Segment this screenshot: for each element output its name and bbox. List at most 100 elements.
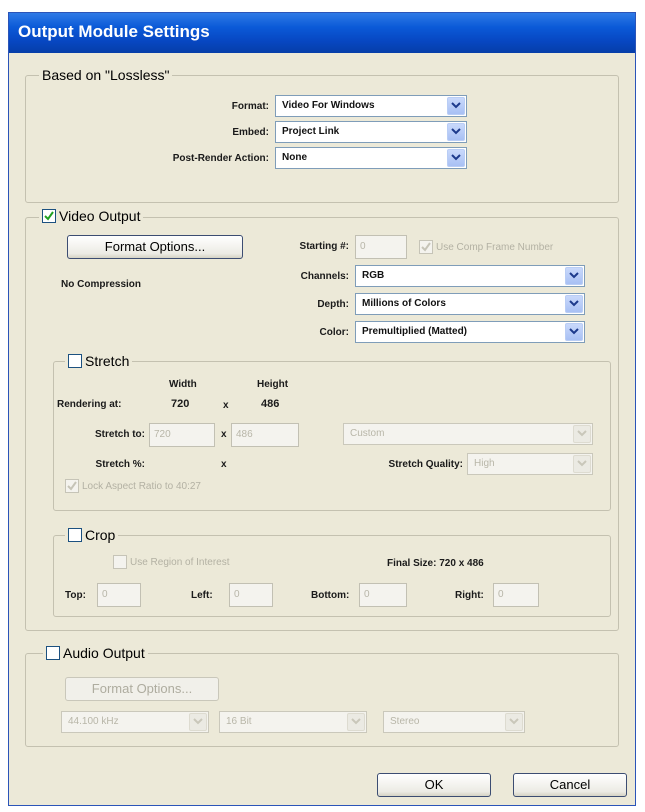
use-roi-label: Use Region of Interest [130,556,230,568]
dialog-title: Output Module Settings [18,22,210,41]
channels-label: Channels: [300,271,349,282]
audio-channels-select[interactable]: Stereo [383,711,525,733]
starting-number-input[interactable]: 0 [355,235,407,259]
chevron-down-icon[interactable] [447,123,465,141]
chevron-down-icon[interactable] [573,455,591,473]
crop-top-label: Top: [65,590,86,601]
post-render-label: Post-Render Action: [172,153,269,164]
post-render-select[interactable]: None [275,147,467,169]
audio-output-checkbox[interactable] [46,646,60,660]
crop-right-label: Right: [455,590,484,601]
use-roi-checkbox[interactable] [113,555,127,569]
format-label: Format: [231,101,269,112]
depth-value: Millions of Colors [362,298,446,309]
use-comp-frame-label: Use Comp Frame Number [436,241,554,253]
crop-checkbox[interactable] [68,528,82,542]
compression-text: No Compression [61,279,142,290]
lock-aspect-label: Lock Aspect Ratio to 40:27 [82,480,201,492]
final-size-text: Final Size: 720 x 486 [387,558,484,569]
stretch-width-value: 720 [154,429,171,440]
crop-bottom-value: 0 [364,589,370,600]
stretch-preset-select[interactable]: Custom [343,423,593,445]
output-module-settings-dialog: Output Module Settings Based on "Lossles… [8,12,636,806]
post-render-value: None [282,152,307,163]
video-output-checkbox[interactable] [42,209,56,223]
times-sign: x [223,400,229,411]
use-region-of-interest[interactable]: Use Region of Interest [113,555,230,569]
crop-bottom-input[interactable]: 0 [359,583,407,607]
format-select[interactable]: Video For Windows [275,95,467,117]
crop-legend[interactable]: Crop [65,527,119,543]
video-output-label: Video Output [59,208,141,224]
rendering-height-value: 486 [261,398,280,410]
embed-select[interactable]: Project Link [275,121,467,143]
embed-label: Embed: [232,127,269,138]
stretch-height-input[interactable]: 486 [231,423,299,447]
depth-select[interactable]: Millions of Colors [355,293,585,315]
channels-value: RGB [362,270,385,281]
chevron-down-icon[interactable] [565,267,583,285]
chevron-down-icon[interactable] [565,295,583,313]
color-value: Premultiplied (Matted) [362,326,468,337]
chevron-down-icon[interactable] [347,713,365,731]
audio-rate-select[interactable]: 44.100 kHz [61,711,209,733]
starting-label: Starting #: [299,241,349,252]
format-value: Video For Windows [282,100,375,111]
crop-left-input[interactable]: 0 [229,583,273,607]
cancel-button[interactable]: Cancel [513,773,627,797]
chevron-down-icon[interactable] [565,323,583,341]
crop-bottom-label: Bottom: [311,590,350,601]
crop-right-input[interactable]: 0 [493,583,539,607]
stretch-to-label: Stretch to: [95,429,145,440]
stretch-quality-value: High [474,458,495,469]
times-sign: x [221,459,227,470]
video-format-options-button[interactable]: Format Options... [67,235,243,259]
crop-label: Crop [85,527,116,543]
crop-top-input[interactable]: 0 [97,583,141,607]
stretch-percent-label: Stretch %: [95,459,145,470]
stretch-quality-label: Stretch Quality: [388,459,463,470]
rendering-at-label: Rendering at: [57,399,122,410]
color-select[interactable]: Premultiplied (Matted) [355,321,585,343]
audio-channels-value: Stereo [390,716,420,727]
title-bar: Output Module Settings [9,13,635,53]
stretch-quality-select[interactable]: High [467,453,593,475]
audio-format-options-button[interactable]: Format Options... [65,677,219,701]
chevron-down-icon[interactable] [447,97,465,115]
color-label: Color: [319,327,349,338]
chevron-down-icon[interactable] [573,425,591,443]
height-header: Height [257,379,289,390]
starting-number-value: 0 [360,241,366,252]
audio-output-legend[interactable]: Audio Output [43,645,148,661]
rendering-width-value: 720 [171,398,190,410]
audio-rate-value: 44.100 kHz [68,716,119,727]
stretch-legend[interactable]: Stretch [65,353,133,369]
stretch-height-value: 486 [236,429,253,440]
channels-select[interactable]: RGB [355,265,585,287]
crop-right-value: 0 [498,589,504,600]
ok-button[interactable]: OK [377,773,491,797]
crop-left-value: 0 [234,589,240,600]
stretch-width-input[interactable]: 720 [149,423,215,447]
times-sign: x [221,429,227,440]
stretch-preset-value: Custom [350,428,385,439]
lock-aspect-ratio[interactable]: Lock Aspect Ratio to 40:27 [65,479,201,493]
use-comp-frame-number[interactable]: Use Comp Frame Number [419,240,553,254]
width-header: Width [169,379,197,390]
audio-bits-select[interactable]: 16 Bit [219,711,367,733]
chevron-down-icon[interactable] [189,713,207,731]
audio-output-label: Audio Output [63,645,145,661]
based-on-legend: Based on "Lossless" [39,67,173,83]
depth-label: Depth: [317,299,349,310]
stretch-checkbox[interactable] [68,354,82,368]
audio-bits-value: 16 Bit [226,716,252,727]
chevron-down-icon[interactable] [505,713,523,731]
use-comp-frame-checkbox[interactable] [419,240,433,254]
crop-top-value: 0 [102,589,108,600]
crop-left-label: Left: [191,590,213,601]
video-output-legend[interactable]: Video Output [39,208,144,224]
chevron-down-icon[interactable] [447,149,465,167]
lock-aspect-checkbox[interactable] [65,479,79,493]
embed-value: Project Link [282,126,340,137]
stretch-label: Stretch [85,353,130,369]
